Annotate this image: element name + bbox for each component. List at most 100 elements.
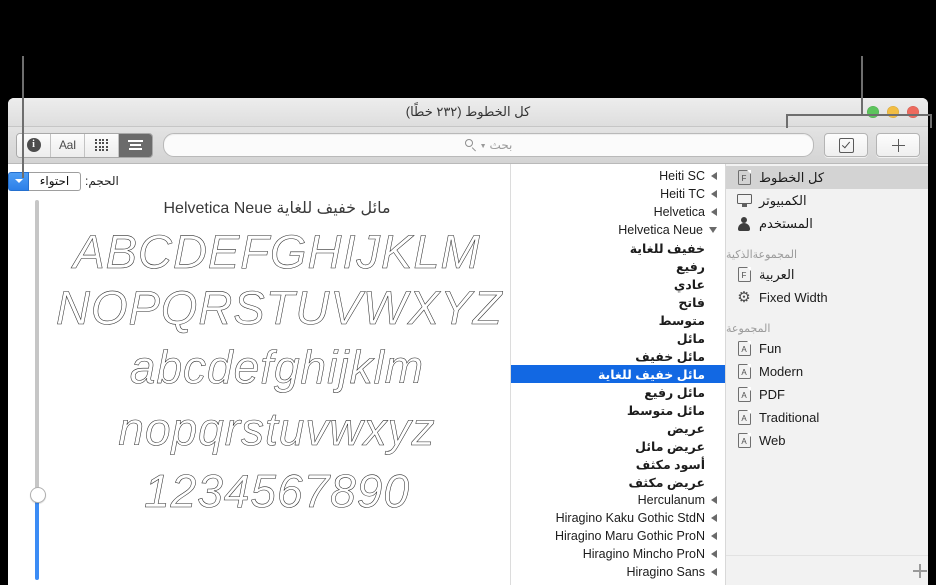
disclosure-triangle-collapsed-icon[interactable] (711, 550, 717, 558)
sidebar-item-label: العربية (759, 266, 795, 282)
sidebar-item-الكمبيوتر[interactable]: الكمبيوتر (726, 189, 928, 212)
font-list-row[interactable]: مائل رفيع (511, 383, 725, 401)
font-list-row[interactable]: Heiti TC (511, 185, 725, 203)
view-mode-segmented-control[interactable]: i AaI (16, 132, 153, 158)
font-list-row[interactable]: عريض مائل (511, 437, 725, 455)
size-dropdown-button[interactable] (8, 171, 29, 191)
sidebar-item-العربية[interactable]: العربية F (726, 263, 928, 286)
validate-font-button[interactable] (824, 133, 868, 157)
font-specimen: مائل خفيف للغاية Helvetica Neue ABCDEFGH… (56, 198, 503, 585)
font-preview-pane: الحجم: احتواء مائل خفيف للغاية Helvetica… (8, 164, 510, 585)
sidebar-item-label: Fixed Width (759, 290, 828, 305)
font-name-label: مائل خفيف (635, 349, 705, 364)
font-list-row[interactable]: Heiti SC (511, 167, 725, 185)
font-name-label: مائل خفيف للغاية (597, 367, 705, 382)
font-list-row[interactable]: مائل خفيف (511, 347, 725, 365)
sidebar-item-web[interactable]: Web A (726, 429, 928, 452)
list-icon (128, 140, 143, 150)
slider-knob[interactable] (30, 487, 46, 503)
collection-icon: A (736, 433, 752, 449)
font-list-row[interactable]: Hiragino Maru Gothic ProN (511, 527, 725, 545)
add-font-button[interactable] (876, 133, 920, 157)
font-list-row[interactable]: Hiragino Mincho ProN (511, 545, 725, 563)
font-list-row[interactable]: مائل خفيف للغاية (511, 365, 725, 383)
font-list-row[interactable]: Helvetica Neue (511, 221, 725, 239)
sidebar-item-المستخدم[interactable]: المستخدم (726, 212, 928, 235)
add-collection-button[interactable] (912, 563, 928, 579)
search-input[interactable]: بحث ▼ (163, 133, 814, 157)
callout-line-left (22, 56, 24, 178)
disclosure-triangle-expanded-icon[interactable] (709, 227, 717, 233)
segment-typography[interactable]: AaI (51, 133, 85, 157)
callout-line-right (861, 56, 863, 114)
spacer-icon (711, 316, 717, 325)
size-control-bar: الحجم: احتواء (8, 164, 510, 194)
font-name-label: Hiragino Maru Gothic ProN (554, 529, 705, 543)
callout-bracket-right (786, 114, 932, 128)
disclosure-triangle-collapsed-icon[interactable] (711, 208, 717, 216)
spacer-icon (711, 424, 717, 433)
font-list-row[interactable]: عادي (511, 275, 725, 293)
font-list-row[interactable]: خفيف للغاية (511, 239, 725, 257)
font-name-label: Helvetica Neue (618, 223, 703, 237)
sidebar-item-fixed-width[interactable]: Fixed Width ⚙ (726, 286, 928, 309)
disclosure-triangle-collapsed-icon[interactable] (711, 514, 717, 522)
spacer-icon (711, 298, 717, 307)
chevron-down-icon: ▼ (479, 142, 487, 150)
disclosure-triangle-collapsed-icon[interactable] (711, 496, 717, 504)
sidebar-section-header: المجموعةالذكية (726, 249, 798, 261)
sidebar-item-label: Fun (759, 341, 782, 356)
disclosure-triangle-collapsed-icon[interactable] (711, 172, 717, 180)
font-name-label: Hiragino Sans (626, 565, 705, 579)
gear-icon: ⚙ (737, 289, 751, 306)
font-name-label: خفيف للغاية (629, 241, 705, 256)
size-value-field[interactable]: احتواء (29, 171, 81, 191)
disclosure-triangle-collapsed-icon[interactable] (711, 568, 717, 576)
font-list-row[interactable]: رفيع (511, 257, 725, 275)
window-content: كل الخطوط F الكمبيوتر المستخدم المجموعةالذكي… (8, 164, 928, 585)
font-list-row[interactable]: أسود مكثف (511, 455, 725, 473)
font-family-list[interactable]: Heiti SC Heiti TC Helvetica Helvetica Neue خ… (510, 164, 725, 585)
font-book-icon: F (736, 170, 752, 186)
font-list-row[interactable]: Helvetica (511, 203, 725, 221)
sidebar-section-header: المجموعة (726, 323, 771, 335)
font-name-label: عادي (673, 277, 705, 292)
size-combo-box[interactable]: احتواء (8, 171, 81, 191)
sidebar-item-traditional[interactable]: Traditional A (726, 406, 928, 429)
sidebar-item-label: PDF (759, 387, 785, 402)
disclosure-triangle-collapsed-icon[interactable] (711, 532, 717, 540)
font-list-row[interactable]: مائل متوسط (511, 401, 725, 419)
font-list-row[interactable]: Hiragino Kaku Gothic StdN (511, 509, 725, 527)
font-name-label: Heiti TC (660, 187, 705, 201)
sidebar-item-label: Web (759, 433, 786, 448)
info-icon: i (26, 138, 41, 152)
sidebar-item-modern[interactable]: Modern A (726, 360, 928, 383)
font-list-row[interactable]: مائل (511, 329, 725, 347)
font-name-label: عريض (666, 421, 705, 436)
spacer-icon (711, 352, 717, 361)
font-list-row[interactable]: Hiragino Sans (511, 563, 725, 581)
spacer-icon (711, 244, 717, 253)
specimen-line-uppercase-2: NOPQRSTUVWXYZ (56, 281, 503, 335)
specimen-line-lowercase-1: abcdefghijklm (129, 341, 425, 394)
font-list-row[interactable]: عريض مكثف (511, 473, 725, 491)
sidebar-item-pdf[interactable]: PDF A (726, 383, 928, 406)
spacer-icon (711, 370, 717, 379)
font-list-row[interactable]: عريض (511, 419, 725, 437)
collection-icon: A (736, 387, 752, 403)
font-name-label: عريض مائل (635, 439, 705, 454)
font-name-label: فاتح (678, 295, 705, 310)
disclosure-triangle-collapsed-icon[interactable] (711, 190, 717, 198)
sidebar-item-label: كل الخطوط (759, 169, 825, 185)
sidebar-item-fun[interactable]: Fun A (726, 337, 928, 360)
font-list-row[interactable]: متوسط (511, 311, 725, 329)
font-list-row[interactable]: فاتح (511, 293, 725, 311)
size-slider[interactable] (30, 200, 46, 580)
segment-list[interactable] (119, 133, 152, 157)
font-name-label: مائل (676, 331, 705, 346)
sidebar-item-كل-الخطوط[interactable]: كل الخطوط F (726, 166, 928, 189)
search-placeholder: بحث (489, 138, 513, 152)
grid-icon (95, 138, 108, 152)
font-list-row[interactable]: Herculanum (511, 491, 725, 509)
segment-repertoire[interactable] (85, 133, 119, 157)
